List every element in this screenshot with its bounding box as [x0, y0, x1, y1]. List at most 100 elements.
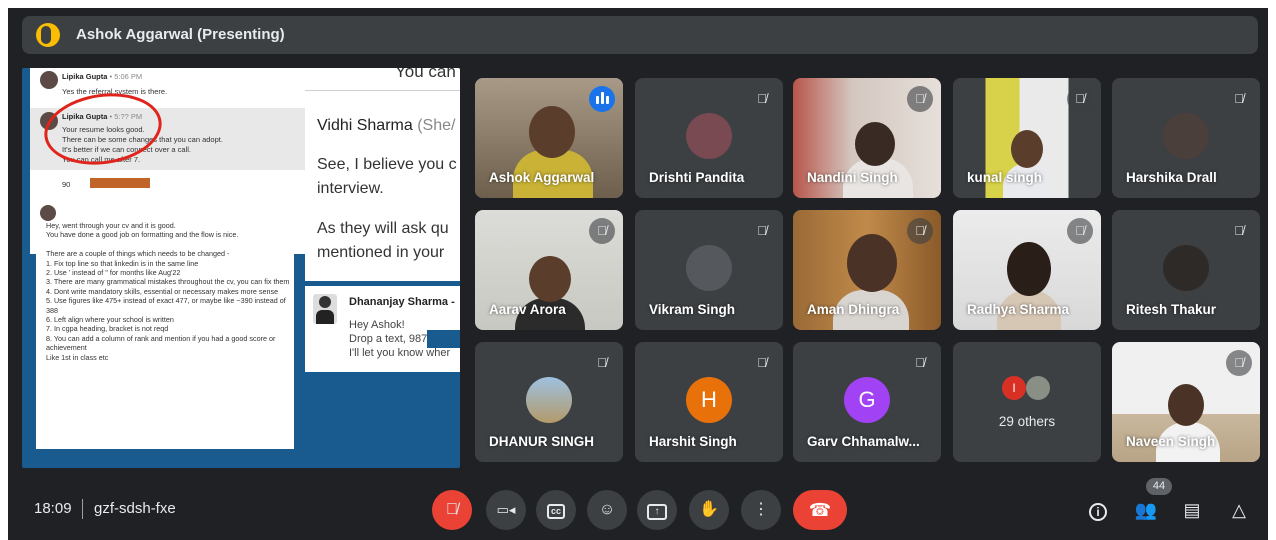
participant-name: Aarav Arora [489, 302, 566, 317]
people-icon: 👥 [1134, 500, 1158, 520]
mic-off-icon: 🎙̸ [1226, 350, 1252, 376]
participant-name: Harshika Drall [1126, 170, 1217, 185]
avatar [40, 71, 58, 89]
raise-hand-button[interactable]: ✋ [689, 490, 729, 530]
feedback-panel: Hey, went through your cv and it is good… [36, 205, 294, 449]
redaction-box [427, 330, 460, 348]
participant-name: Drishti Pandita [649, 170, 745, 185]
avatar [686, 245, 732, 291]
mic-off-icon: 🎙̸ [915, 355, 925, 370]
avatar-initial: G [844, 377, 890, 423]
hang-up-icon: ☎ [808, 500, 832, 520]
participant-name: Nandini Singh [807, 170, 898, 185]
message-line: mentioned in your [317, 244, 445, 261]
mic-toggle-button[interactable]: 🎙̸ [432, 490, 472, 530]
emoji-icon: ☺ [598, 501, 616, 518]
meeting-code: gzf-sdsh-fxe [94, 500, 176, 517]
avatar [1026, 376, 1050, 400]
participant-tile[interactable]: 🎙̸ Radhya Sharma [953, 210, 1101, 330]
others-tile[interactable]: I 29 others [953, 342, 1101, 462]
captions-icon: cc [546, 504, 565, 519]
message-line: As they will ask qu [317, 220, 449, 237]
mic-off-icon: 🎙̸ [1067, 218, 1093, 244]
participant-tile[interactable]: 🎙̸ Harshika Drall [1112, 78, 1260, 198]
camera-icon: ▭◂ [496, 502, 516, 517]
presenter-title: Ashok Aggarwal (Presenting) [76, 26, 285, 43]
dhananjay-panel: Dhananjay Sharma - Hey Ashok! Drop a tex… [305, 286, 460, 372]
participant-name: Vikram Singh [649, 302, 736, 317]
mic-off-icon: 🎙̸ [1067, 86, 1093, 112]
mic-off-icon: 🎙̸ [1234, 223, 1244, 238]
avatar [313, 294, 337, 324]
raise-hand-icon: ✋ [699, 501, 719, 518]
participant-name: Radhya Sharma [967, 302, 1070, 317]
participant-name: DHANUR SINGH [489, 434, 595, 449]
participant-tile[interactable]: 🎙̸ G Garv Chhamalw... [793, 342, 941, 462]
activities-icon: △ [1232, 500, 1246, 520]
chat-message: Lipika Gupta • 5:06 PM [62, 72, 324, 81]
mic-off-icon: 🎙̸ [1234, 91, 1244, 106]
mic-off-icon: 🎙̸ [757, 355, 767, 370]
mic-off-icon: 🎙̸ [907, 218, 933, 244]
chat-icon: ▤ [1183, 500, 1201, 520]
partial-text: You can t [395, 68, 460, 81]
clock: 18:09 [34, 500, 72, 517]
participant-name: kunal singh [967, 170, 1043, 185]
avatar-initial: I [1002, 376, 1026, 400]
participant-tile[interactable]: 🎙̸ Ritesh Thakur [1112, 210, 1260, 330]
participant-tile[interactable]: 🎙̸ Aarav Arora [475, 210, 623, 330]
sender-name: Dhananjay Sharma - [349, 296, 455, 308]
participant-tile[interactable]: Ashok Aggarwal [475, 78, 623, 198]
sender-name: Vidhi Sharma [317, 117, 413, 134]
shared-screen: Lipika Gupta • 5:06 PM Yes the referral … [22, 68, 460, 468]
captions-button[interactable]: cc [536, 490, 576, 530]
more-icon: ⋮ [753, 501, 769, 518]
message-time: • 5:06 PM [109, 72, 143, 81]
info-icon: i [1089, 503, 1107, 521]
activities-button[interactable]: △ [1227, 498, 1251, 522]
vidhi-panel: Vidhi Sharma (She/ See, I believe you c … [305, 90, 460, 281]
participant-count-badge: 44 [1146, 478, 1172, 495]
vidhi-name: Vidhi Sharma (She/ [317, 117, 455, 135]
people-button[interactable]: 👥 [1134, 498, 1158, 522]
avatar [526, 377, 572, 423]
mic-off-icon: 🎙̸ [757, 91, 767, 106]
participant-tile[interactable]: 🎙̸ Naveen Singh [1112, 342, 1260, 462]
reactions-button[interactable]: ☺ [587, 490, 627, 530]
participant-name: Ashok Aggarwal [489, 170, 595, 185]
chat-button[interactable]: ▤ [1180, 498, 1204, 522]
avatar-initial: H [686, 377, 732, 423]
avatar [40, 205, 56, 221]
camera-toggle-button[interactable]: ▭◂ [486, 490, 526, 530]
mic-off-icon: 🎙̸ [757, 223, 767, 238]
participant-tile[interactable]: 🎙̸ Nandini Singh [793, 78, 941, 198]
redaction-box [90, 178, 150, 188]
present-button[interactable]: ↑ [637, 490, 677, 530]
message-line: See, I believe you c [317, 156, 457, 173]
meeting-info-button[interactable]: i [1086, 498, 1110, 522]
vidhi-message-2: As they will ask qu mentioned in your [317, 217, 460, 265]
participant-name: Aman Dhingra [807, 302, 900, 317]
mic-off-icon: 🎙̸ [446, 501, 458, 518]
pronoun: (She/ [417, 117, 456, 134]
sender-name: Lipika Gupta [62, 72, 108, 81]
participant-tile[interactable]: 🎙̸ DHANUR SINGH [475, 342, 623, 462]
avatar [686, 113, 732, 159]
leave-call-button[interactable]: ☎ [793, 490, 847, 530]
others-count: 29 others [998, 414, 1056, 429]
participant-tile[interactable]: 🎙̸ Drishti Pandita [635, 78, 783, 198]
participant-name: Ritesh Thakur [1126, 302, 1217, 317]
avatar [1163, 113, 1209, 159]
mic-off-icon: 🎙̸ [597, 355, 607, 370]
top-panel: You can t [305, 68, 460, 90]
presenter-bar: Ashok Aggarwal (Presenting) [22, 16, 1258, 54]
presenter-avatar [36, 23, 60, 47]
participant-tile[interactable]: 🎙̸ kunal singh [953, 78, 1101, 198]
mic-off-icon: 🎙̸ [589, 218, 615, 244]
more-options-button[interactable]: ⋮ [741, 490, 781, 530]
participant-tile[interactable]: 🎙̸ Vikram Singh [635, 210, 783, 330]
avatar [1163, 245, 1209, 291]
participant-tile[interactable]: 🎙̸ Aman Dhingra [793, 210, 941, 330]
participant-tile[interactable]: 🎙̸ H Harshit Singh [635, 342, 783, 462]
present-icon: ↑ [647, 504, 667, 520]
